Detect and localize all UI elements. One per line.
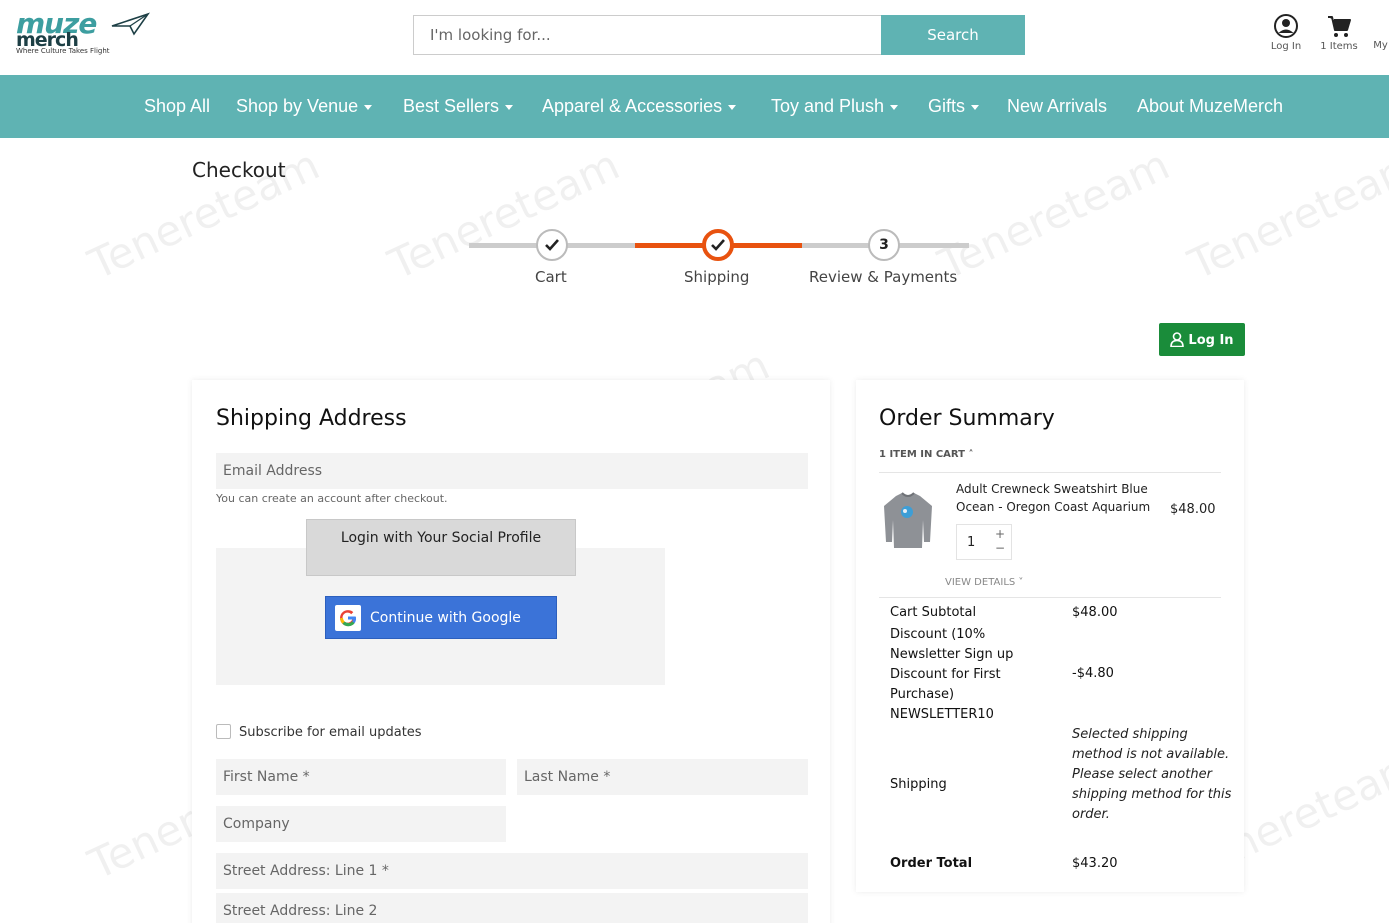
chevron-down-icon: ˅ (1018, 577, 1024, 588)
paper-plane-icon (111, 12, 150, 36)
header-cart-link[interactable]: 1 Items (1320, 13, 1358, 52)
google-g-icon (335, 605, 361, 631)
nav-toy-and-plush-label: Toy and Plush (771, 96, 885, 116)
email-field[interactable] (216, 453, 808, 489)
shipping-address-title: Shipping Address (216, 406, 407, 431)
nav-apparel-label: Apparel & Accessories (542, 96, 723, 116)
header-cart-label: 1 Items (1320, 41, 1358, 52)
street-line1-field[interactable] (216, 853, 808, 889)
last-name-field[interactable] (517, 759, 808, 795)
nav-shop-by-venue-label: Shop by Venue (236, 96, 359, 116)
view-details-label: VIEW DETAILS (945, 577, 1016, 588)
nav-new-arrivals-label: New Arrivals (1007, 96, 1108, 116)
search-button[interactable]: Search (881, 15, 1025, 55)
first-name-field[interactable] (216, 759, 506, 795)
nav-shop-all-label: Shop All (144, 96, 211, 116)
header-login-label: Log In (1270, 41, 1302, 52)
user-circle-icon (1274, 14, 1298, 38)
step-shipping-marker[interactable] (702, 229, 734, 261)
shipping-address-panel: Shipping Address You can create an accou… (192, 380, 830, 923)
cart-subtotal-value: $48.00 (1072, 605, 1118, 620)
search-bar: Search (413, 15, 1025, 55)
product-price: $48.00 (1170, 502, 1216, 517)
order-total-value: $43.20 (1072, 856, 1118, 871)
quantity-value[interactable]: 1 (967, 535, 975, 550)
divider (879, 597, 1221, 598)
cart-icon (1328, 16, 1351, 37)
email-hint: You can create an account after checkout… (216, 492, 448, 505)
items-in-cart-toggle[interactable]: 1 ITEM IN CART ˄ (879, 449, 973, 460)
quantity-stepper[interactable]: 1 + − (956, 524, 1012, 560)
header-my-label: My (1373, 40, 1388, 51)
nav-about[interactable]: About MuzeMerch (1137, 75, 1283, 138)
nav-apparel[interactable]: Apparel & Accessories (542, 75, 737, 138)
minus-icon[interactable]: − (995, 541, 1005, 555)
chevron-down-icon (971, 104, 980, 110)
step-cart-label[interactable]: Cart (535, 268, 567, 286)
social-login-header: Login with Your Social Profile (306, 519, 576, 576)
nav-new-arrivals[interactable]: New Arrivals (1007, 75, 1107, 138)
check-icon (711, 239, 725, 251)
nav-gifts-label: Gifts (928, 96, 966, 116)
shipping-unavailable-note: Selected shipping method is not availabl… (1072, 727, 1232, 822)
google-button-label: Continue with Google (370, 609, 521, 626)
subscribe-checkbox[interactable] (216, 724, 231, 739)
order-total-label: Order Total (890, 856, 973, 871)
order-summary-panel: Order Summary 1 ITEM IN CART ˄ Adult Cre… (856, 380, 1244, 892)
plus-icon[interactable]: + (995, 527, 1005, 541)
main-nav: Shop All Shop by Venue Best Sellers Appa… (0, 75, 1389, 138)
divider (879, 472, 1221, 473)
nav-best-sellers-label: Best Sellers (403, 96, 500, 116)
items-in-cart-label: 1 ITEM IN CART (879, 449, 965, 460)
check-icon (545, 239, 559, 251)
nav-best-sellers[interactable]: Best Sellers (403, 75, 514, 138)
header-my-link[interactable]: My (1372, 40, 1389, 51)
company-field[interactable] (216, 806, 506, 842)
product-image[interactable] (880, 490, 936, 552)
logo-tagline: Where Culture Takes Flight (16, 47, 110, 55)
chevron-down-icon (890, 104, 899, 110)
user-icon (1170, 331, 1185, 347)
page-title: Checkout (192, 158, 286, 182)
discount-label: Discount (10% Newsletter Sign up Discoun… (890, 627, 1014, 722)
header-login-link[interactable]: Log In (1268, 13, 1304, 52)
nav-gifts[interactable]: Gifts (928, 75, 980, 138)
view-details-toggle[interactable]: VIEW DETAILS ˅ (945, 577, 1023, 588)
order-summary-title: Order Summary (879, 406, 1055, 431)
chevron-down-icon (728, 104, 737, 110)
checkout-progress: 3 Cart Shipping Review & Payments (469, 222, 969, 292)
chevron-up-icon: ˄ (968, 449, 974, 460)
step-review-number: 3 (879, 237, 889, 253)
login-button-label: Log In (1188, 332, 1234, 348)
continue-with-google-button[interactable]: Continue with Google (325, 596, 557, 639)
chevron-down-icon (505, 104, 514, 110)
nav-shop-all[interactable]: Shop All (144, 75, 210, 138)
nav-toy-and-plush[interactable]: Toy and Plush (771, 75, 899, 138)
step-review-label[interactable]: Review & Payments (809, 268, 957, 286)
street-line2-field[interactable] (216, 893, 808, 923)
step-review-marker[interactable]: 3 (868, 229, 900, 261)
cart-subtotal-label: Cart Subtotal (890, 605, 977, 620)
shipping-label: Shipping (890, 777, 947, 792)
chevron-down-icon (364, 104, 373, 110)
muzemerch-logo[interactable]: muze merch Where Culture Takes Flight (14, 10, 154, 58)
nav-shop-by-venue[interactable]: Shop by Venue (236, 75, 373, 138)
product-name[interactable]: Adult Crewneck Sweatshirt Blue Ocean - O… (956, 480, 1166, 516)
nav-about-label: About MuzeMerch (1137, 96, 1284, 116)
step-cart-marker[interactable] (536, 229, 568, 261)
login-button[interactable]: Log In (1159, 323, 1245, 356)
subscribe-label: Subscribe for email updates (239, 725, 422, 740)
subscribe-checkbox-row[interactable]: Subscribe for email updates (216, 724, 422, 740)
search-input[interactable] (413, 15, 881, 55)
discount-value: -$4.80 (1072, 666, 1114, 681)
step-shipping-label[interactable]: Shipping (684, 268, 749, 286)
site-header: muze merch Where Culture Takes Flight Se… (0, 0, 1389, 75)
